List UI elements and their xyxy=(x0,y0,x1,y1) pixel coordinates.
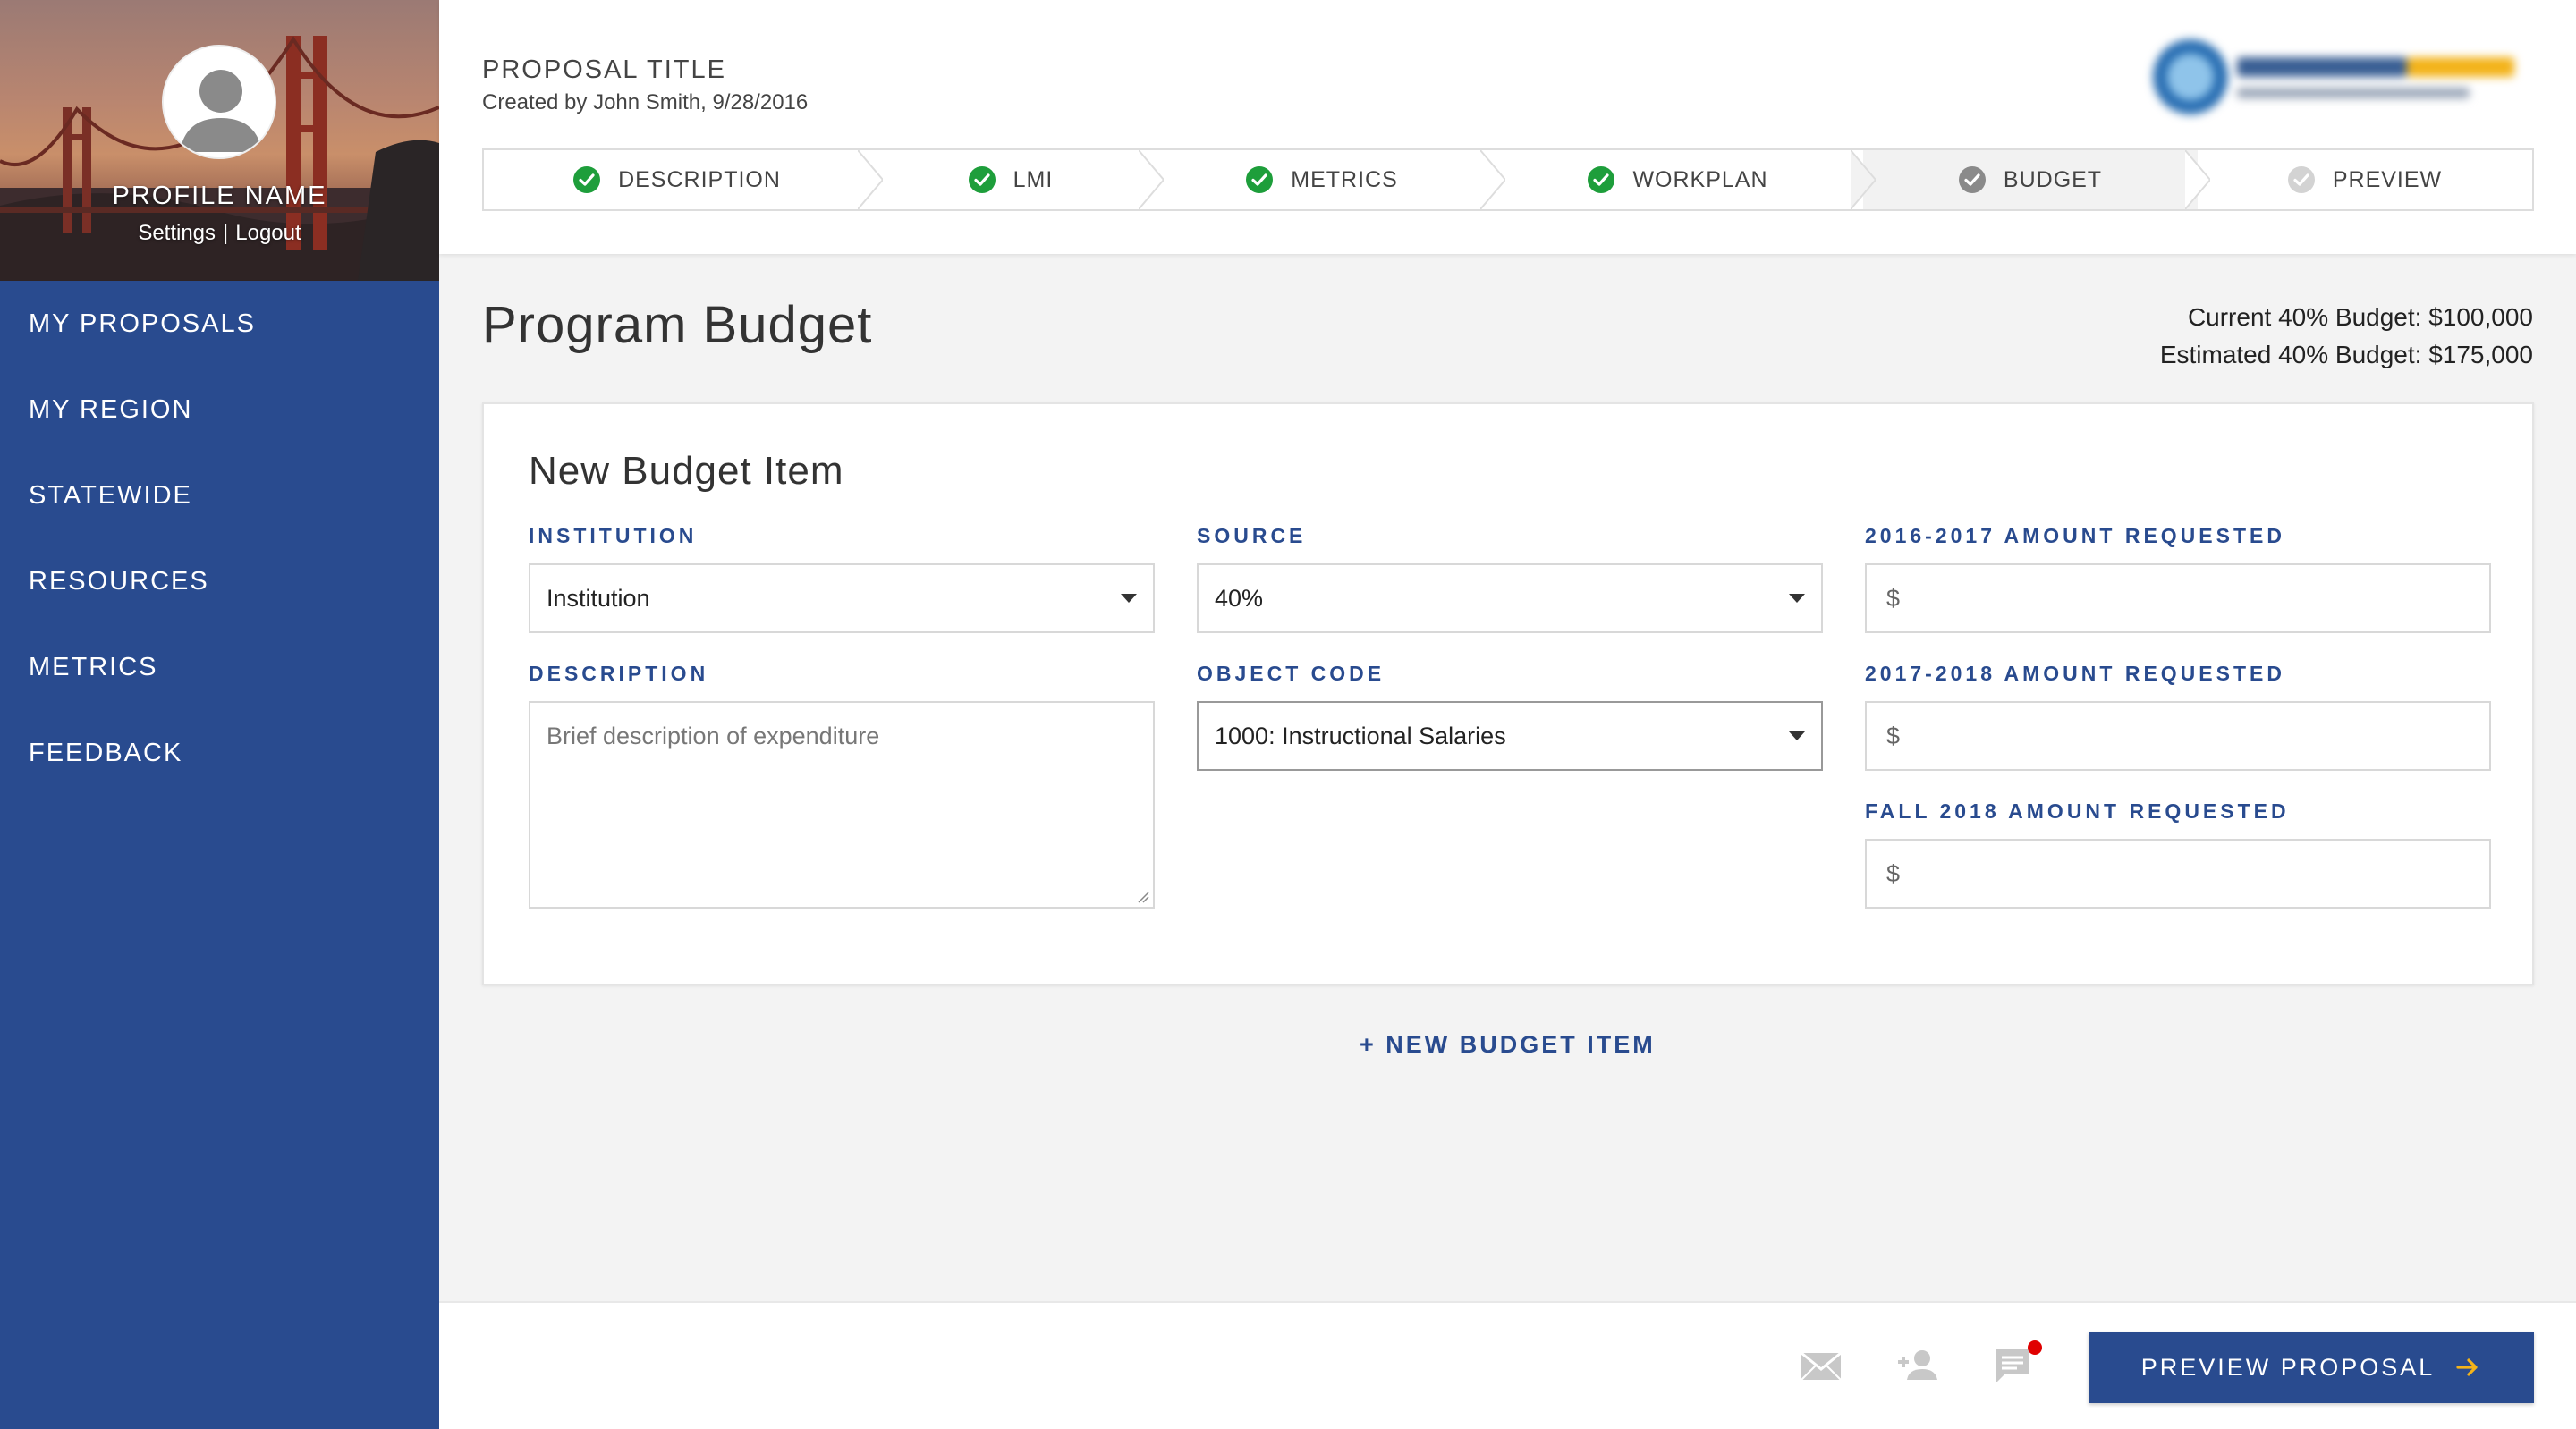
step-divider xyxy=(2185,150,2210,209)
proposal-title: PROPOSAL TITLE xyxy=(482,55,726,84)
description-label: DESCRIPTION xyxy=(529,662,709,685)
check-circle-icon xyxy=(573,166,601,193)
amount-2016-2017-label: 2016-2017 AMOUNT REQUESTED xyxy=(1865,524,2285,547)
step-label: LMI xyxy=(1013,166,1054,192)
sidebar-item-statewide[interactable]: STATEWIDE xyxy=(0,452,439,538)
institution-label: INSTITUTION xyxy=(529,524,698,547)
arrow-right-icon xyxy=(2456,1358,2478,1376)
sidebar-nav: MY PROPOSALS MY REGION STATEWIDE RESOURC… xyxy=(0,281,439,796)
current-budget: Current 40% Budget: $100,000 xyxy=(2187,303,2533,331)
profile-name: PROFILE NAME xyxy=(112,182,327,210)
settings-link[interactable]: Settings xyxy=(138,221,216,245)
add-budget-item-button[interactable]: + NEW BUDGET ITEM xyxy=(1360,1031,1656,1059)
footer-bar: PREVIEW PROPOSAL xyxy=(439,1301,2576,1429)
source-label: SOURCE xyxy=(1197,524,1307,547)
amount-fall-2018-label: FALL 2018 AMOUNT REQUESTED xyxy=(1865,799,2290,823)
check-circle-icon xyxy=(1588,166,1615,193)
estimated-budget: Estimated 40% Budget: $175,000 xyxy=(2159,341,2533,368)
dropdown-caret-icon xyxy=(1789,594,1805,603)
step-metrics[interactable]: METRICS xyxy=(1151,150,1505,209)
description-textarea[interactable]: Brief description of expenditure xyxy=(529,701,1155,909)
object-code-label: OBJECT CODE xyxy=(1197,662,1385,685)
dropdown-caret-icon xyxy=(1121,594,1137,603)
resize-grip-icon[interactable] xyxy=(1137,891,1149,903)
source-select[interactable]: 40% xyxy=(1197,563,1823,633)
currency-symbol: $ xyxy=(1886,859,1901,887)
currency-symbol: $ xyxy=(1886,584,1901,612)
check-circle-icon xyxy=(1958,166,1986,193)
profile-links: Settings | Logout xyxy=(0,221,439,246)
preview-proposal-button[interactable]: PREVIEW PROPOSAL xyxy=(2089,1332,2534,1403)
budget-item-card: New Budget Item INSTITUTION Institution … xyxy=(482,402,2534,985)
currency-symbol: $ xyxy=(1886,722,1901,749)
step-label: WORKPLAN xyxy=(1632,166,1768,192)
sidebar-item-resources[interactable]: RESOURCES xyxy=(0,538,439,624)
step-divider xyxy=(858,150,883,209)
step-lmi[interactable]: LMI xyxy=(870,150,1164,209)
step-label: PREVIEW xyxy=(2332,166,2443,192)
budget-summary: Current 40% Budget: $100,000 Estimated 4… xyxy=(2160,299,2533,374)
source-value: 40% xyxy=(1215,584,1264,612)
step-label: METRICS xyxy=(1291,166,1398,192)
step-divider xyxy=(1480,150,1505,209)
proposal-header: PROPOSAL TITLE Created by John Smith, 9/… xyxy=(439,0,2576,254)
profile-header: PROFILE NAME Settings | Logout xyxy=(0,0,439,281)
card-title: New Budget Item xyxy=(529,449,844,493)
link-separator: | xyxy=(223,221,229,245)
check-circle-icon xyxy=(2287,166,2315,193)
amount-2016-2017-input[interactable]: $ xyxy=(1865,563,2491,633)
dropdown-caret-icon xyxy=(1789,731,1805,740)
step-description[interactable]: DESCRIPTION xyxy=(484,150,883,209)
object-code-select[interactable]: 1000: Instructional Salaries xyxy=(1197,701,1823,771)
object-code-value: 1000: Instructional Salaries xyxy=(1215,722,1506,749)
sidebar-item-metrics[interactable]: METRICS xyxy=(0,624,439,710)
description-placeholder: Brief description of expenditure xyxy=(547,723,880,749)
amount-2017-2018-input[interactable]: $ xyxy=(1865,701,2491,771)
institution-value: Institution xyxy=(547,584,650,612)
logout-link[interactable]: Logout xyxy=(235,221,301,245)
amount-fall-2018-input[interactable]: $ xyxy=(1865,839,2491,909)
sidebar-item-feedback[interactable]: FEEDBACK xyxy=(0,710,439,796)
add-person-icon[interactable] xyxy=(1894,1342,1941,1389)
institution-select[interactable]: Institution xyxy=(529,563,1155,633)
step-budget[interactable]: BUDGET xyxy=(1863,150,2210,209)
progress-steps: DESCRIPTION LMI METRICS WORKPLAN BUDGET … xyxy=(482,148,2534,211)
page-title: Program Budget xyxy=(482,296,873,354)
check-circle-icon xyxy=(968,166,996,193)
check-circle-icon xyxy=(1246,166,1274,193)
notification-dot xyxy=(2028,1340,2042,1355)
sidebar-item-my-region[interactable]: MY REGION xyxy=(0,367,439,452)
proposal-created-by: Created by John Smith, 9/28/2016 xyxy=(482,90,809,114)
step-divider xyxy=(1851,150,1876,209)
step-preview[interactable]: PREVIEW xyxy=(2198,150,2532,209)
step-divider xyxy=(1139,150,1164,209)
sidebar: PROFILE NAME Settings | Logout MY PROPOSAL… xyxy=(0,0,439,1429)
avatar[interactable] xyxy=(162,45,276,159)
step-label: DESCRIPTION xyxy=(618,166,781,192)
organization-logo xyxy=(2153,39,2514,114)
preview-proposal-label: PREVIEW PROPOSAL xyxy=(2140,1353,2436,1381)
step-label: BUDGET xyxy=(2003,166,2103,192)
user-silhouette-icon xyxy=(164,47,275,157)
mail-icon[interactable] xyxy=(1798,1342,1844,1389)
step-workplan[interactable]: WORKPLAN xyxy=(1493,150,1876,209)
sidebar-item-my-proposals[interactable]: MY PROPOSALS xyxy=(0,281,439,367)
amount-2017-2018-label: 2017-2018 AMOUNT REQUESTED xyxy=(1865,662,2285,685)
